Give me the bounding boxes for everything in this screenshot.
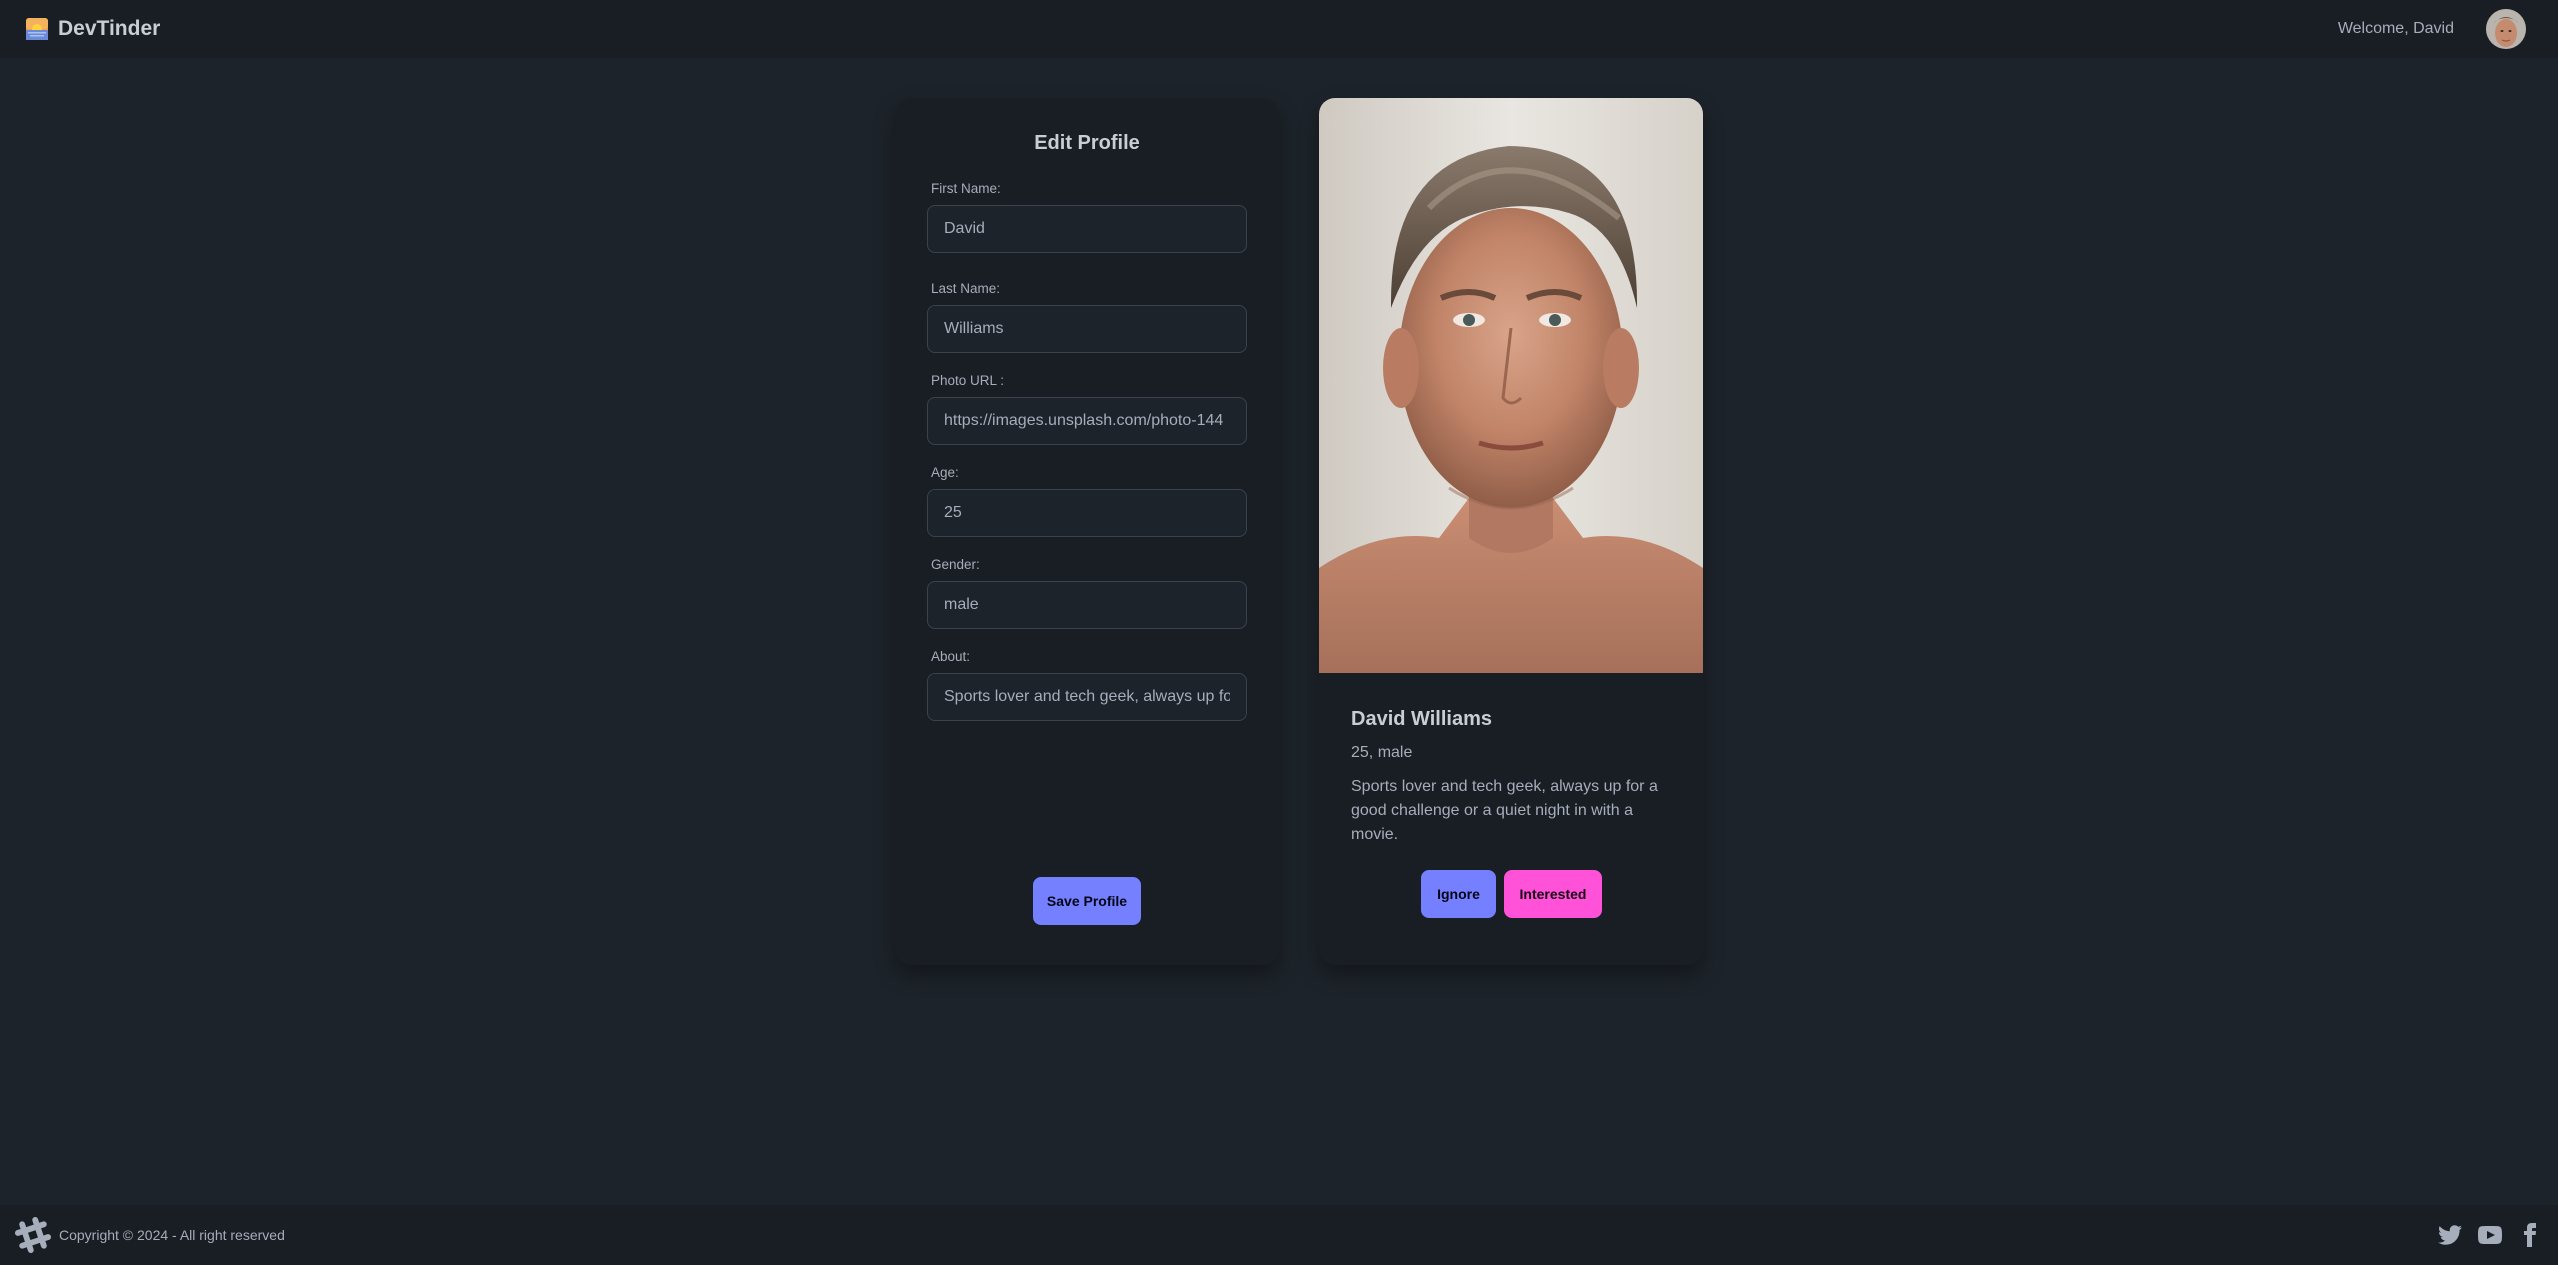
user-photo <box>1319 98 1703 673</box>
facebook-icon[interactable] <box>2518 1223 2542 1247</box>
about-field-group: About: <box>927 649 1247 721</box>
sunrise-icon <box>26 18 48 40</box>
footer-copyright: Copyright © 2024 - All right reserved <box>59 1227 285 1243</box>
gender-field-group: Gender: <box>927 557 1247 629</box>
nav-user-area: Welcome, David <box>2338 9 2526 49</box>
age-label: Age: <box>931 465 959 480</box>
footer-social-links <box>2438 1223 2542 1247</box>
gender-field[interactable] <box>927 581 1247 629</box>
footer: Copyright © 2024 - All right reserved <box>0 1205 2558 1265</box>
save-profile-button[interactable]: Save Profile <box>1033 877 1141 925</box>
first-name-field-group: First Name: <box>927 181 1247 253</box>
last-name-label: Last Name: <box>931 281 1001 296</box>
brand-link[interactable]: DevTinder <box>26 17 160 41</box>
edit-profile-card: Edit Profile First Name: Last Name: Phot… <box>895 98 1279 965</box>
photo-url-label: Photo URL : <box>931 373 1005 388</box>
photo-url-field-group: Photo URL : <box>927 373 1247 445</box>
last-name-field-group: Last Name: <box>927 281 1247 353</box>
last-name-field[interactable] <box>927 305 1247 353</box>
avatar[interactable] <box>2486 9 2526 49</box>
youtube-icon[interactable] <box>2478 1223 2502 1247</box>
user-card: David Williams 25, male Sports lover and… <box>1319 98 1703 965</box>
age-field[interactable] <box>927 489 1247 537</box>
user-about: Sports lover and tech geek, always up fo… <box>1351 778 1658 843</box>
edit-profile-title: Edit Profile <box>1034 132 1140 154</box>
gender-label: Gender: <box>931 557 980 572</box>
ignore-button[interactable]: Ignore <box>1421 870 1496 918</box>
user-age-gender: 25, male <box>1351 744 1413 761</box>
brand-name: DevTinder <box>58 17 161 40</box>
age-field-group: Age: <box>927 465 1247 537</box>
first-name-label: First Name: <box>931 181 1001 196</box>
navbar: DevTinder Welcome, David <box>0 0 2558 58</box>
interested-button[interactable]: Interested <box>1504 870 1602 918</box>
user-name: David Williams <box>1351 708 1492 730</box>
footer-left: Copyright © 2024 - All right reserved <box>15 1217 285 1253</box>
about-label: About: <box>931 649 971 664</box>
gear-logo-icon <box>15 1217 52 1253</box>
first-name-field[interactable] <box>927 205 1247 253</box>
photo-url-field[interactable] <box>927 397 1247 445</box>
twitter-icon[interactable] <box>2438 1223 2462 1247</box>
welcome-text: Welcome, David <box>2337 20 2454 37</box>
about-field[interactable] <box>927 673 1247 721</box>
